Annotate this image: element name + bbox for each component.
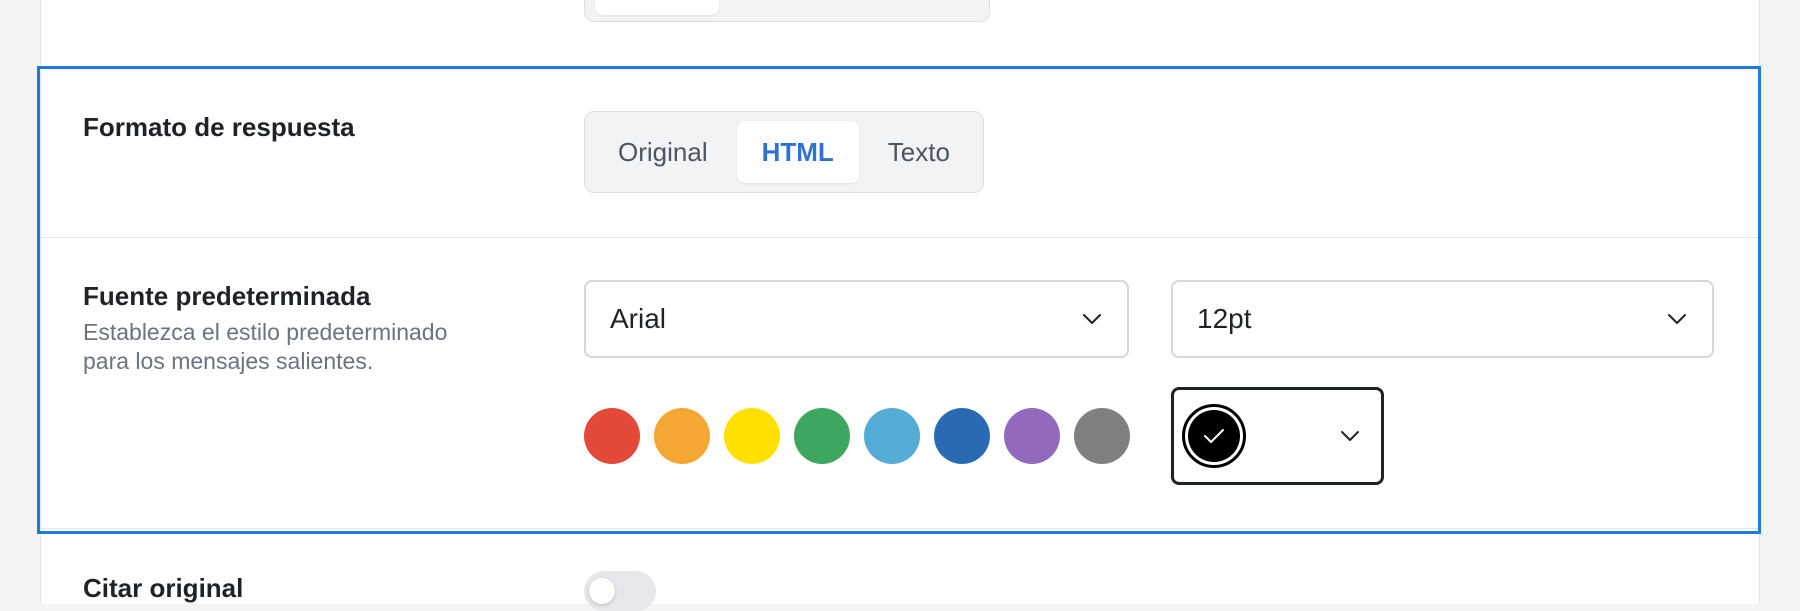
toggle-thumb[interactable] <box>589 578 615 604</box>
default-font-description-line: Establezca el estilo predeterminado <box>83 319 448 345</box>
color-swatch-yellow[interactable] <box>724 408 780 464</box>
font-size-select[interactable]: 12pt <box>1171 280 1714 358</box>
reply-format-option-html[interactable]: HTML <box>736 121 859 183</box>
color-swatch-gray[interactable] <box>1074 408 1130 464</box>
color-swatch-light-blue[interactable] <box>864 408 920 464</box>
previous-segmented-control[interactable] <box>584 0 990 22</box>
chevron-down-icon <box>1081 308 1103 330</box>
font-family-value: Arial <box>610 303 667 334</box>
row-divider <box>40 528 1758 529</box>
color-swatch-blue[interactable] <box>934 408 990 464</box>
color-swatch-orange[interactable] <box>654 408 710 464</box>
selected-color-fill <box>1188 410 1240 462</box>
chevron-down-icon <box>1666 308 1688 330</box>
color-swatch-purple[interactable] <box>1004 408 1060 464</box>
default-font-description: Establezca el estilo predeterminado para… <box>83 318 513 376</box>
reply-format-option-original[interactable]: Original <box>593 121 733 183</box>
font-size-value: 12pt <box>1197 303 1252 334</box>
selected-color-swatch <box>1182 404 1246 468</box>
reply-format-segmented-control[interactable]: Original HTML Texto <box>584 111 984 193</box>
reply-format-label: Formato de respuesta <box>83 112 355 142</box>
custom-color-select[interactable] <box>1171 387 1384 485</box>
quote-original-label: Citar original <box>83 573 244 603</box>
default-font-label: Fuente predeterminada <box>83 281 371 311</box>
default-font-description-line: para los mensajes salientes. <box>83 348 374 374</box>
chevron-down-icon <box>1339 425 1361 447</box>
quote-original-toggle[interactable] <box>584 571 656 611</box>
color-swatch-red[interactable] <box>584 408 640 464</box>
previous-segmented-knob[interactable] <box>595 0 719 15</box>
reply-format-option-text[interactable]: Texto <box>863 121 975 183</box>
color-swatch-green[interactable] <box>794 408 850 464</box>
font-family-select[interactable]: Arial <box>584 280 1129 358</box>
check-icon <box>1204 429 1224 443</box>
row-divider <box>40 237 1758 238</box>
